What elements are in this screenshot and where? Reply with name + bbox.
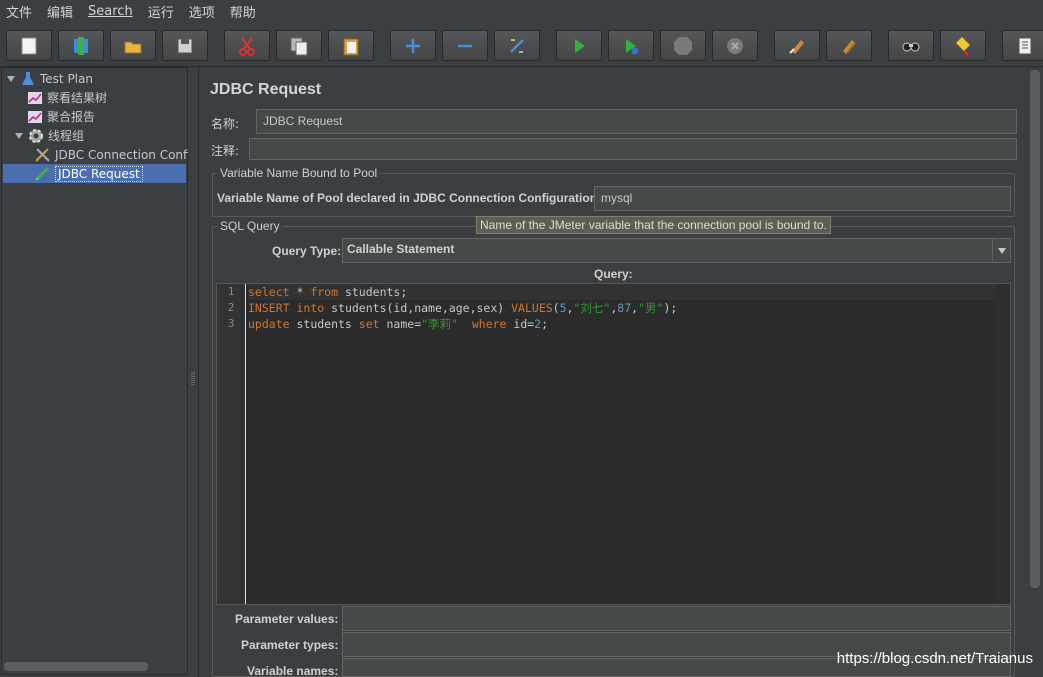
- paste-button[interactable]: [328, 30, 374, 61]
- pool-tooltip: Name of the JMeter variable that the con…: [476, 216, 831, 234]
- watermark: https://blog.csdn.net/Traianus: [836, 650, 1033, 667]
- parameter-values-field[interactable]: [342, 606, 1011, 631]
- menu-help[interactable]: 帮助: [230, 2, 256, 21]
- tree-item-view-results-tree[interactable]: 察看结果树: [26, 88, 107, 107]
- tree-item-aggregate-report[interactable]: 聚合报告: [26, 107, 95, 126]
- split-pane-divider[interactable]: [188, 67, 198, 675]
- function-helper-button[interactable]: [1002, 30, 1043, 61]
- code-line: update students set name="李莉" where id=2…: [248, 317, 549, 331]
- test-plan-tree: Test Plan 察看结果树 聚合报告 线程组 JDBC Connection…: [1, 67, 191, 675]
- expand-all-button[interactable]: [390, 30, 436, 61]
- pool-group-title: Variable Name Bound to Pool: [217, 166, 381, 180]
- copy-icon: [290, 37, 308, 55]
- parameter-values-label: Parameter values:: [235, 612, 339, 626]
- save-icon: [177, 38, 193, 53]
- start-button[interactable]: [556, 30, 602, 61]
- tree-horizontal-scrollbar[interactable]: [4, 662, 148, 671]
- menu-bar: 文件 编辑 Search 运行 选项 帮助: [0, 0, 1043, 23]
- collapse-all-button[interactable]: [442, 30, 488, 61]
- open-icon: [124, 41, 142, 53]
- sql-group-title: SQL Query: [217, 219, 283, 233]
- pool-variable-field[interactable]: mysql: [594, 186, 1011, 211]
- toolbar: [0, 23, 1043, 67]
- query-type-value: Callable Statement: [347, 242, 455, 256]
- cut-icon: [239, 36, 255, 56]
- menu-file[interactable]: 文件: [6, 2, 32, 21]
- toggle-button[interactable]: [494, 30, 540, 61]
- menu-search[interactable]: Search: [88, 4, 133, 19]
- search-button[interactable]: [888, 30, 934, 61]
- expanded-arrow-icon[interactable]: [5, 73, 17, 85]
- menu-options[interactable]: 选项: [189, 2, 215, 21]
- clear-all-icon: [843, 39, 856, 54]
- tree-item-thread-group[interactable]: 线程组: [13, 126, 84, 145]
- save-button[interactable]: [162, 30, 208, 61]
- new-button[interactable]: [6, 30, 52, 61]
- comment-label: 注释:: [211, 144, 240, 158]
- line-number: 1: [227, 285, 235, 298]
- start-no-pause-button[interactable]: [608, 30, 654, 61]
- query-type-select[interactable]: Callable Statement: [342, 238, 1011, 263]
- chart-icon: [26, 90, 44, 106]
- wrench-icon: [34, 147, 52, 163]
- expand-icon: [406, 38, 420, 53]
- expanded-arrow-icon[interactable]: [13, 130, 25, 142]
- gear-icon: [27, 128, 45, 144]
- query-label: Query:: [594, 267, 633, 281]
- open-button[interactable]: [110, 30, 156, 61]
- main-vertical-scrollbar[interactable]: [1030, 70, 1040, 588]
- clear-icon: [789, 39, 804, 54]
- line-number-gutter: 1 2 3: [217, 284, 246, 604]
- reset-search-icon: [956, 36, 970, 56]
- shutdown-button[interactable]: [712, 30, 758, 61]
- comment-field[interactable]: [249, 138, 1017, 160]
- parameter-types-label: Parameter types:: [241, 638, 339, 652]
- reset-search-button[interactable]: [940, 30, 986, 61]
- start-no-pause-icon: [626, 38, 639, 54]
- search-icon: [902, 42, 920, 51]
- tree-item-jdbc-connection[interactable]: JDBC Connection Confi: [34, 145, 191, 164]
- editor-scrollbar[interactable]: [996, 284, 1010, 604]
- grip-icon: [191, 372, 195, 386]
- collapse-icon: [458, 44, 472, 47]
- chart-icon: [26, 109, 44, 125]
- templates-button[interactable]: [58, 30, 104, 61]
- new-icon: [21, 37, 37, 54]
- jdbc-request-panel: JDBC Request 名称: JDBC Request 注释: Variab…: [198, 67, 1043, 677]
- pool-label: Variable Name of Pool declared in JDBC C…: [217, 191, 602, 205]
- name-field[interactable]: JDBC Request: [256, 109, 1017, 134]
- pen-icon: [34, 166, 52, 182]
- function-helper-icon: [1018, 37, 1032, 54]
- shutdown-icon: [727, 37, 743, 54]
- paste-icon: [343, 38, 359, 55]
- menu-run[interactable]: 运行: [148, 2, 174, 21]
- cut-button[interactable]: [224, 30, 270, 61]
- clear-button[interactable]: [774, 30, 820, 61]
- line-number: 2: [227, 301, 235, 314]
- tree-item-jdbc-request[interactable]: JDBC Request: [3, 164, 186, 183]
- tree-item-test-plan[interactable]: Test Plan: [5, 69, 93, 88]
- stop-button[interactable]: [660, 30, 706, 61]
- chevron-down-icon[interactable]: [992, 239, 1010, 262]
- sql-query-editor[interactable]: 1 2 3 select * from students; INSERT int…: [216, 283, 1011, 605]
- toggle-icon: [510, 38, 524, 53]
- name-label: 名称:: [211, 117, 240, 131]
- code-area[interactable]: select * from students; INSERT into stud…: [248, 284, 996, 332]
- clear-all-button[interactable]: [826, 30, 872, 61]
- templates-icon: [74, 36, 88, 55]
- code-line: INSERT into students(id,name,age,sex) VA…: [248, 301, 678, 315]
- copy-button[interactable]: [276, 30, 322, 61]
- menu-edit[interactable]: 编辑: [47, 2, 73, 21]
- page-title: JDBC Request: [210, 81, 322, 98]
- start-icon: [575, 38, 585, 53]
- stop-icon: [674, 36, 692, 55]
- flask-icon: [19, 71, 37, 87]
- variable-names-label: Variable names:: [247, 664, 339, 677]
- query-type-label: Query Type:: [272, 244, 342, 258]
- code-line: select * from students;: [248, 284, 996, 300]
- line-number: 3: [227, 317, 235, 330]
